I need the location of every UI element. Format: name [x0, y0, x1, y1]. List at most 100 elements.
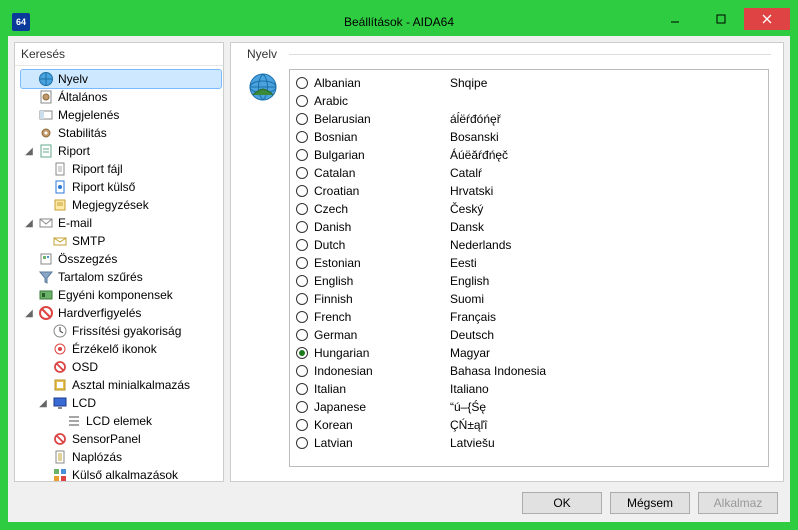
- language-option[interactable]: FinnishSuomi: [296, 290, 762, 308]
- collapse-icon[interactable]: ◢: [24, 308, 34, 319]
- radio-icon[interactable]: [296, 437, 308, 449]
- tree-item-egyeni[interactable]: Egyéni komponensek: [21, 286, 221, 304]
- tree-item-megjegyzesek[interactable]: Megjegyzések: [35, 196, 221, 214]
- language-option[interactable]: LatvianLatviešu: [296, 434, 762, 452]
- layout-icon: [38, 107, 54, 123]
- language-option[interactable]: Japanese“ú–{Śę: [296, 398, 762, 416]
- tree-item-megjelenes[interactable]: Megjelenés: [21, 106, 221, 124]
- tree-item-tartalom[interactable]: Tartalom szűrés: [21, 268, 221, 286]
- language-english-label: Belarusian: [314, 112, 444, 126]
- language-option[interactable]: CatalanCatalŕ: [296, 164, 762, 182]
- tree-item-erzekelo[interactable]: Érzékelő ikonok: [35, 340, 221, 358]
- tree-item-lcd[interactable]: ◢LCD: [35, 394, 221, 412]
- language-option[interactable]: DutchNederlands: [296, 236, 762, 254]
- group-label: Nyelv: [243, 47, 281, 61]
- maximize-button[interactable]: [698, 8, 744, 30]
- collapse-icon[interactable]: ◢: [24, 146, 34, 157]
- radio-icon[interactable]: [296, 401, 308, 413]
- collapse-icon[interactable]: ◢: [38, 398, 48, 409]
- tree-item-label: E-mail: [58, 216, 92, 230]
- radio-icon[interactable]: [296, 311, 308, 323]
- gear-icon: [38, 125, 54, 141]
- radio-icon[interactable]: [296, 95, 308, 107]
- tree-item-email[interactable]: ◢ E-mail: [21, 214, 221, 232]
- cancel-button[interactable]: Mégsem: [610, 492, 690, 514]
- tree-item-riport-kulso[interactable]: Riport külső: [35, 178, 221, 196]
- language-option[interactable]: FrenchFrançais: [296, 308, 762, 326]
- sensor-icon: [52, 341, 68, 357]
- tree-item-label: SMTP: [72, 234, 105, 248]
- language-option[interactable]: KoreanÇŃ±ąľî: [296, 416, 762, 434]
- list-icon: [66, 413, 82, 429]
- tree-item-label: Megjelenés: [58, 108, 119, 122]
- radio-icon[interactable]: [296, 167, 308, 179]
- radio-icon[interactable]: [296, 275, 308, 287]
- radio-icon[interactable]: [296, 347, 308, 359]
- tree-item-label: Összegzés: [58, 252, 117, 266]
- language-option[interactable]: AlbanianShqipe: [296, 74, 762, 92]
- apply-button[interactable]: Alkalmaz: [698, 492, 778, 514]
- language-option[interactable]: GermanDeutsch: [296, 326, 762, 344]
- language-english-label: Arabic: [314, 94, 444, 108]
- tree-item-kulso[interactable]: Külső alkalmazások: [35, 466, 221, 481]
- tree-item-naplozas[interactable]: Naplózás: [35, 448, 221, 466]
- radio-icon[interactable]: [296, 131, 308, 143]
- globe-icon: [38, 71, 54, 87]
- radio-icon[interactable]: [296, 365, 308, 377]
- language-option[interactable]: EstonianEesti: [296, 254, 762, 272]
- tree-item-label: Riport külső: [72, 180, 135, 194]
- radio-icon[interactable]: [296, 293, 308, 305]
- language-option[interactable]: BosnianBosanski: [296, 128, 762, 146]
- tree-item-riport[interactable]: ◢Riport: [21, 142, 221, 160]
- language-option[interactable]: CzechČeský: [296, 200, 762, 218]
- language-native-label: Bosanski: [450, 130, 499, 144]
- radio-icon[interactable]: [296, 329, 308, 341]
- tree-item-asztal[interactable]: Asztal minialkalmazás: [35, 376, 221, 394]
- radio-icon[interactable]: [296, 257, 308, 269]
- group-line: [289, 54, 771, 55]
- gadget-icon: [52, 377, 68, 393]
- tree-item-riport-fajl[interactable]: Riport fájl: [35, 160, 221, 178]
- tree-item-osd[interactable]: OSD: [35, 358, 221, 376]
- ok-button[interactable]: OK: [522, 492, 602, 514]
- language-option[interactable]: DanishDansk: [296, 218, 762, 236]
- language-option[interactable]: EnglishEnglish: [296, 272, 762, 290]
- radio-icon[interactable]: [296, 221, 308, 233]
- language-option[interactable]: CroatianHrvatski: [296, 182, 762, 200]
- tree-item-osszegzes[interactable]: Összegzés: [21, 250, 221, 268]
- close-button[interactable]: [744, 8, 790, 30]
- language-list[interactable]: AlbanianShqipeArabicBelarusianáĺëŕđóńęřB…: [290, 70, 768, 466]
- radio-icon[interactable]: [296, 203, 308, 215]
- minimize-button[interactable]: [652, 8, 698, 30]
- monitor-icon: [52, 395, 68, 411]
- language-option[interactable]: BulgarianÁúëăŕđńęč: [296, 146, 762, 164]
- tree-item-nyelv[interactable]: Nyelv: [21, 70, 221, 88]
- tree-item-altalanos[interactable]: Általános: [21, 88, 221, 106]
- tree-item-lcd-elemek[interactable]: LCD elemek: [49, 412, 221, 430]
- collapse-icon[interactable]: ◢: [24, 218, 34, 229]
- radio-icon[interactable]: [296, 383, 308, 395]
- tree-item-smtp[interactable]: SMTP: [35, 232, 221, 250]
- radio-icon[interactable]: [296, 185, 308, 197]
- tree-item-label: SensorPanel: [72, 432, 141, 446]
- radio-icon[interactable]: [296, 149, 308, 161]
- language-option[interactable]: IndonesianBahasa Indonesia: [296, 362, 762, 380]
- radio-icon[interactable]: [296, 419, 308, 431]
- category-tree[interactable]: NyelvÁltalánosMegjelenésStabilitás◢Ripor…: [15, 66, 223, 481]
- radio-icon[interactable]: [296, 77, 308, 89]
- tree-item-sensorpanel[interactable]: SensorPanel: [35, 430, 221, 448]
- language-option[interactable]: Arabic: [296, 92, 762, 110]
- language-option[interactable]: HungarianMagyar: [296, 344, 762, 362]
- language-option[interactable]: ItalianItaliano: [296, 380, 762, 398]
- language-english-label: Czech: [314, 202, 444, 216]
- radio-icon[interactable]: [296, 239, 308, 251]
- language-native-label: ÇŃ±ąľî: [450, 418, 487, 432]
- titlebar[interactable]: 64 Beállítások - AIDA64: [8, 8, 790, 36]
- language-english-label: Hungarian: [314, 346, 444, 360]
- language-option[interactable]: Belarusianáĺëŕđóńęř: [296, 110, 762, 128]
- tree-item-stabilitas[interactable]: Stabilitás: [21, 124, 221, 142]
- radio-icon[interactable]: [296, 113, 308, 125]
- tree-item-hardver[interactable]: ◢Hardverfigyelés: [21, 304, 221, 322]
- tree-item-frissitesi[interactable]: Frissítési gyakoriság: [35, 322, 221, 340]
- file-icon: [52, 161, 68, 177]
